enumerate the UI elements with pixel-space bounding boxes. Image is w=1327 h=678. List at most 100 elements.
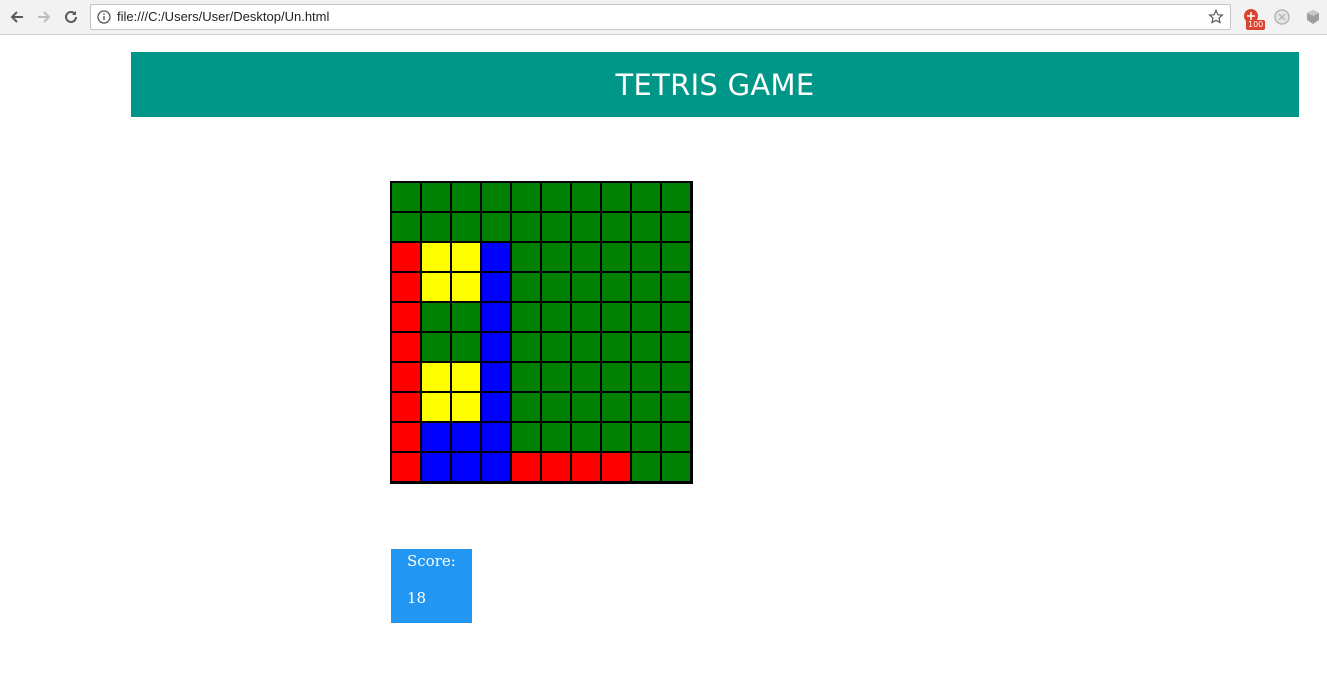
board-cell [481, 182, 511, 212]
score-value: 18 [407, 589, 427, 607]
board-cell [601, 452, 631, 482]
board-cell [391, 272, 421, 302]
board-cell [391, 182, 421, 212]
board-cell [601, 362, 631, 392]
board-cell [601, 422, 631, 452]
back-button[interactable] [8, 8, 26, 26]
url-text[interactable]: file:///C:/Users/User/Desktop/Un.html [117, 5, 329, 29]
board-cell [541, 272, 571, 302]
board-cell [421, 392, 451, 422]
board-cell [661, 242, 691, 272]
board-cell [661, 392, 691, 422]
board-cell [511, 182, 541, 212]
page-title: TETRIS GAME [615, 67, 815, 102]
board-cell [391, 242, 421, 272]
board-cell [541, 362, 571, 392]
board-cell [421, 242, 451, 272]
board-cell [481, 212, 511, 242]
extension-icon[interactable] [1304, 8, 1322, 26]
board-cell [511, 242, 541, 272]
browser-toolbar: file:///C:/Users/User/Desktop/Un.html 10… [0, 0, 1327, 35]
board-cell [571, 242, 601, 272]
score-label: Score: [407, 552, 456, 570]
board-cell [571, 272, 601, 302]
board-cell [601, 392, 631, 422]
board-cell [421, 332, 451, 362]
board-cell [631, 272, 661, 302]
board-cell [421, 452, 451, 482]
board-cell [511, 422, 541, 452]
board-cell [481, 272, 511, 302]
board-cell [451, 422, 481, 452]
board-cell [601, 212, 631, 242]
board-cell [541, 242, 571, 272]
board-cell [451, 332, 481, 362]
extension-badge: 100 [1246, 20, 1266, 30]
board-cell [481, 452, 511, 482]
board-cell [571, 302, 601, 332]
board-cell [631, 332, 661, 362]
board-cell [421, 272, 451, 302]
board-cell [571, 392, 601, 422]
info-icon[interactable] [97, 10, 111, 24]
board-cell [511, 392, 541, 422]
board-cell [661, 302, 691, 332]
board-cell [631, 302, 661, 332]
board-cell [541, 422, 571, 452]
bookmark-star-icon[interactable] [1208, 9, 1224, 25]
board-cell [511, 332, 541, 362]
board-cell [451, 182, 481, 212]
board-cell [661, 182, 691, 212]
board-cell [661, 332, 691, 362]
reload-button[interactable] [62, 8, 80, 26]
board-cell [571, 362, 601, 392]
board-cell [391, 422, 421, 452]
board-cell [541, 452, 571, 482]
board-cell [571, 422, 601, 452]
board-cell [661, 452, 691, 482]
board-cell [601, 272, 631, 302]
board-cell [661, 422, 691, 452]
board-cell [391, 302, 421, 332]
board-cell [661, 212, 691, 242]
board-cell [451, 452, 481, 482]
board-cell [391, 362, 421, 392]
board-cell [601, 182, 631, 212]
board-cell [661, 272, 691, 302]
board-cell [661, 362, 691, 392]
reload-icon [65, 10, 77, 23]
board-cell [511, 212, 541, 242]
board-cell [541, 332, 571, 362]
address-bar[interactable]: file:///C:/Users/User/Desktop/Un.html [90, 4, 1231, 30]
board-cell [571, 332, 601, 362]
board-cell [511, 272, 541, 302]
board-cell [541, 212, 571, 242]
forward-arrow-icon [38, 11, 51, 23]
board-cell [421, 182, 451, 212]
board-cell [631, 422, 661, 452]
board-cell [481, 242, 511, 272]
board-cell [481, 332, 511, 362]
board-cell [451, 272, 481, 302]
board-cell [451, 362, 481, 392]
board-cell [601, 332, 631, 362]
forward-button[interactable] [35, 8, 53, 26]
board-cell [391, 212, 421, 242]
board-cell [481, 362, 511, 392]
board-cell [541, 182, 571, 212]
board-cell [631, 212, 661, 242]
board-cell [631, 452, 661, 482]
board-cell [511, 302, 541, 332]
board-cell [511, 362, 541, 392]
extension-icon[interactable] [1273, 8, 1291, 26]
header-banner: TETRIS GAME [131, 52, 1299, 117]
board-cell [421, 362, 451, 392]
board-cell [631, 242, 661, 272]
board-cell [631, 392, 661, 422]
board-cell [541, 392, 571, 422]
board-cell [511, 452, 541, 482]
board-cell [451, 242, 481, 272]
board-cell [421, 212, 451, 242]
board-cell [541, 302, 571, 332]
board-cell [631, 362, 661, 392]
